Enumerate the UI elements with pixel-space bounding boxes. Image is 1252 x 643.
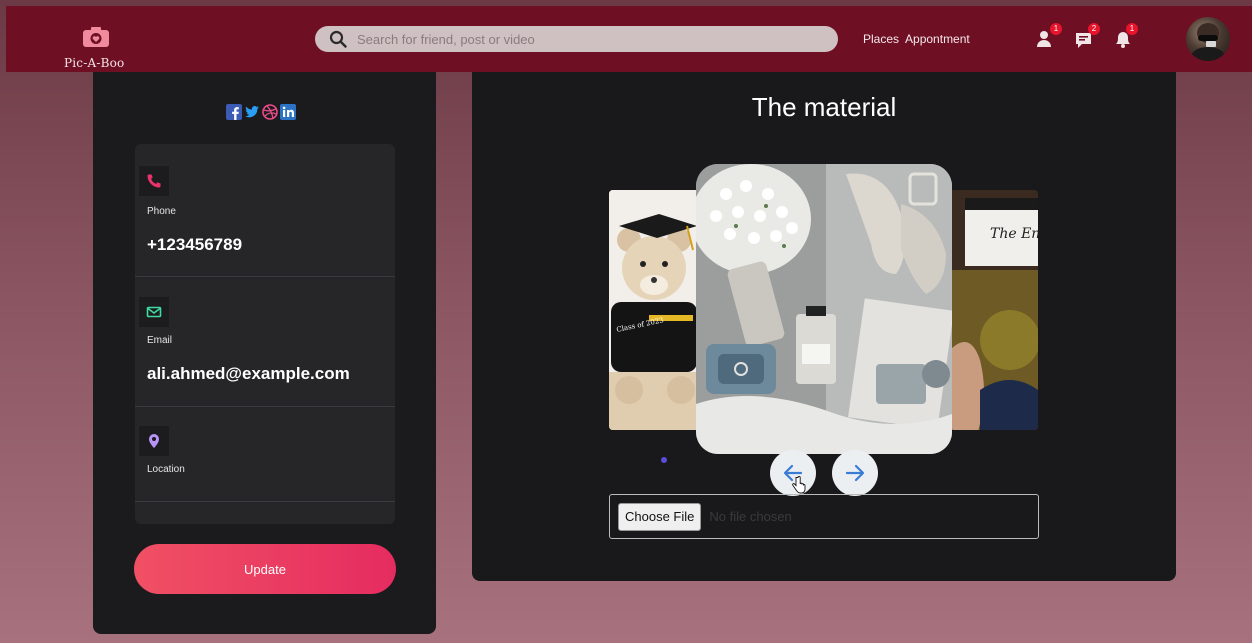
contact-info-card: Phone +123456789 Email ali.ahmed@example… <box>135 144 395 524</box>
carousel-next-button[interactable] <box>832 450 878 496</box>
contact-item-location: Location <box>135 407 395 502</box>
app-logo[interactable]: Pic-A-Boo <box>58 14 138 70</box>
nav-link-appointment[interactable]: Appontment <box>905 32 970 46</box>
profile-stats-cutoff <box>129 72 419 86</box>
facebook-icon[interactable] <box>226 104 242 120</box>
svg-text:The En: The En <box>990 226 1038 242</box>
notifications-button[interactable]: 1 <box>1112 23 1138 50</box>
camera-icon <box>83 27 109 47</box>
messages-button[interactable]: 2 <box>1074 23 1100 50</box>
nav-link-places[interactable]: Places <box>863 32 899 46</box>
file-status-text: No file chosen <box>709 509 792 524</box>
profile-panel: Phone +123456789 Email ali.ahmed@example… <box>93 72 436 634</box>
logo-text: Pic-A-Boo <box>64 56 125 70</box>
twitter-icon[interactable] <box>244 104 260 120</box>
mail-icon <box>139 297 169 327</box>
top-navbar: Pic-A-Boo Places Appontment 1 2 <box>6 6 1252 72</box>
location-pin-icon <box>139 426 169 456</box>
contact-label-email: Email <box>147 335 173 346</box>
search-icon <box>329 30 347 48</box>
messages-badge: 2 <box>1088 23 1100 35</box>
teddy-bear-image: Class of 2023 <box>609 190 699 430</box>
file-upload-field[interactable]: Choose File No file chosen <box>609 494 1039 539</box>
material-panel: The material Class of 2023 The En Choose… <box>472 72 1176 581</box>
panel-title: The material <box>751 92 897 122</box>
arrow-right-icon <box>845 464 865 482</box>
carousel-slide-prev[interactable]: Class of 2023 <box>609 190 699 430</box>
friend-requests-badge: 1 <box>1050 23 1062 35</box>
nav-links: Places Appontment <box>863 32 970 46</box>
contact-item-phone: Phone +123456789 <box>135 144 395 277</box>
choose-file-button[interactable]: Choose File <box>618 502 702 531</box>
nav-icons: 1 2 1 <box>1036 23 1138 50</box>
search-input[interactable] <box>357 31 797 47</box>
carousel-slide-active[interactable] <box>696 164 952 454</box>
update-button[interactable]: Update <box>134 544 396 594</box>
friend-requests-button[interactable]: 1 <box>1036 23 1062 50</box>
graduation-party-image: The En <box>950 190 1038 430</box>
carousel-indicator-dot[interactable] <box>661 457 667 463</box>
contact-label-phone: Phone <box>147 206 176 217</box>
search-bar[interactable] <box>315 26 838 52</box>
dribbble-icon[interactable] <box>262 104 278 120</box>
user-avatar[interactable] <box>1186 17 1230 61</box>
contact-value-email: ali.ahmed@example.com <box>147 364 350 383</box>
contact-label-location: Location <box>147 464 185 475</box>
carousel-slide-next[interactable]: The En <box>950 190 1038 430</box>
hand-cursor-icon <box>792 476 806 494</box>
contact-value-phone: +123456789 <box>147 235 243 254</box>
notifications-badge: 1 <box>1126 23 1138 35</box>
wedding-flatlay-image <box>696 164 952 454</box>
contact-item-email: Email ali.ahmed@example.com <box>135 277 395 407</box>
social-links <box>226 104 296 120</box>
linkedin-icon[interactable] <box>280 104 296 120</box>
avatar-image <box>1191 23 1225 61</box>
phone-icon <box>139 166 169 196</box>
